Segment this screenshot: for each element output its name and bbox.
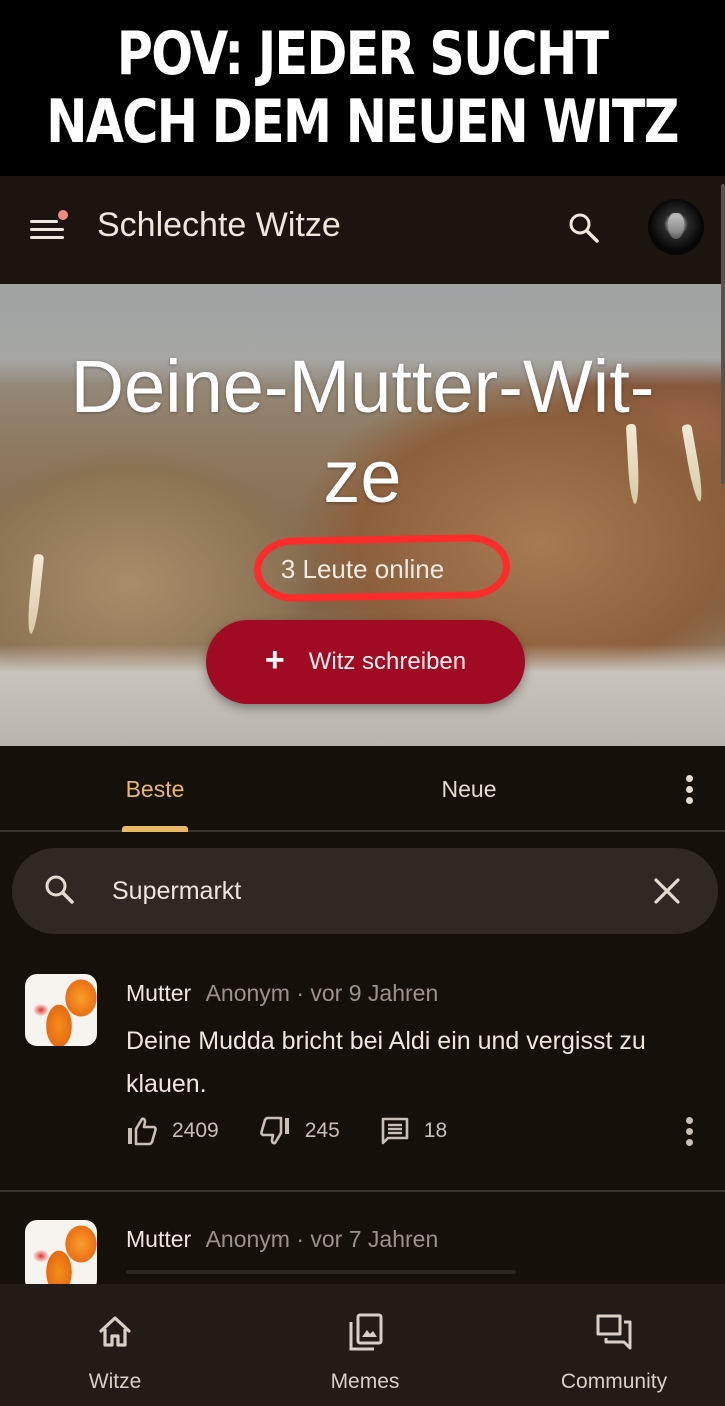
profile-avatar[interactable] [648, 199, 704, 255]
plus-icon: + [264, 641, 285, 679]
top-app-bar: Schlechte Witze [0, 176, 725, 284]
home-icon [99, 1316, 131, 1347]
author-avatar[interactable] [25, 1220, 97, 1292]
meme-caption-line-2: NACH DEM NEUEN WITZ [46, 87, 680, 157]
active-tab-indicator [122, 826, 188, 832]
thumbs-down-icon [259, 1116, 289, 1145]
more-options-button[interactable] [675, 772, 705, 806]
post-more-button[interactable] [675, 1114, 705, 1148]
thumbs-up-icon [128, 1117, 157, 1146]
post-author[interactable]: Mutter [126, 1226, 191, 1252]
tab-beste[interactable]: Beste [100, 746, 210, 832]
nav-memes-label: Memes [330, 1370, 400, 1393]
like-count: 2409 [172, 1119, 219, 1142]
nav-witze-label: Witze [88, 1370, 142, 1393]
post-header: Mutter Anonym · vor 7 Jahren [126, 1226, 438, 1253]
image-gallery-icon [349, 1313, 383, 1351]
joke-post: Mutter Anonym · vor 7 Jahren [0, 1212, 725, 1292]
menu-button[interactable] [30, 210, 68, 244]
clear-search-button[interactable] [650, 874, 684, 908]
comment-count: 18 [423, 1119, 448, 1142]
nav-memes[interactable]: Memes [245, 1284, 485, 1406]
online-count: 3 Leute online [280, 554, 445, 584]
like-button[interactable]: 2409 [126, 1116, 219, 1146]
search-input[interactable] [112, 868, 632, 914]
post-actions: 2409 245 18 [126, 1114, 487, 1148]
post-author[interactable]: Mutter [126, 980, 191, 1006]
author-avatar[interactable] [25, 974, 97, 1046]
bottom-navigation: Witze Memes Community [0, 1284, 725, 1406]
joke-post: Mutter Anonym · vor 9 Jahren Deine Mudda… [0, 966, 725, 1192]
community-title-line-1: Deine-Mutter-Wit- [70, 345, 655, 428]
community-title-line-2: ze [323, 435, 402, 518]
search-icon [45, 875, 74, 904]
search-icon [569, 213, 599, 243]
nav-community[interactable]: Community [494, 1284, 725, 1406]
nav-witze[interactable]: Witze [0, 1284, 235, 1406]
community-title: Deine-Mutter-Wit- ze [0, 342, 725, 522]
post-text-obscured [126, 1270, 516, 1274]
post-meta: Anonym · vor 7 Jahren [205, 1226, 439, 1252]
nav-community-label: Community [560, 1370, 668, 1393]
forum-icon [596, 1314, 632, 1350]
notification-dot [58, 210, 68, 220]
app-screen: Schlechte Witze Deine-Mutter-Wit- ze 3 L… [0, 176, 725, 1406]
sort-tabs: Beste Neue [0, 746, 725, 832]
search-button[interactable] [566, 210, 602, 246]
comments-button[interactable]: 18 [380, 1116, 447, 1146]
online-status: 3 Leute online [0, 554, 725, 585]
write-joke-label: Witz schreiben [308, 648, 467, 675]
dislike-button[interactable]: 245 [259, 1116, 340, 1146]
post-text[interactable]: Deine Mudda bricht bei Aldi ein und verg… [126, 1020, 706, 1106]
post-meta: Anonym · vor 9 Jahren [205, 980, 439, 1006]
meme-caption-line-1: POV: JEDER SUCHT [117, 19, 609, 89]
comment-icon [381, 1117, 409, 1145]
app-title: Schlechte Witze [97, 206, 341, 244]
search-bar [12, 848, 718, 934]
meme-caption: POV: JEDER SUCHT NACH DEM NEUEN WITZ [0, 0, 725, 176]
post-header: Mutter Anonym · vor 9 Jahren [126, 980, 438, 1007]
community-header: Deine-Mutter-Wit- ze 3 Leute online + Wi… [0, 284, 725, 746]
scrollbar[interactable] [721, 184, 725, 484]
write-joke-button[interactable]: + Witz schreiben [206, 620, 525, 704]
close-icon [654, 878, 680, 904]
tab-neue[interactable]: Neue [414, 746, 524, 832]
dislike-count: 245 [304, 1119, 340, 1142]
